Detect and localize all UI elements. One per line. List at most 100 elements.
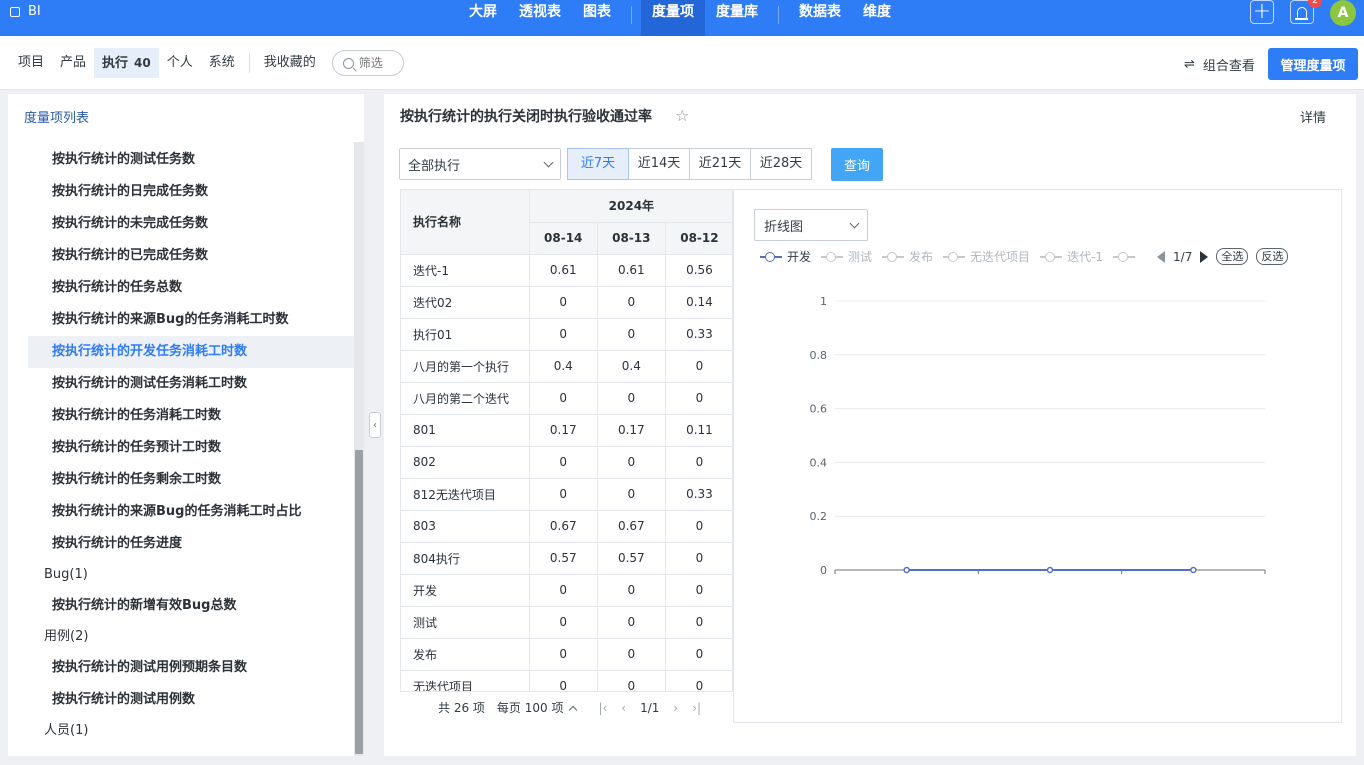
metric-item[interactable]: 按执行统计的任务消耗工时数 [8,400,354,432]
metric-list-scrollbar[interactable] [354,142,364,756]
nav-item[interactable]: 透视表 [508,0,572,36]
metric-list-title: 度量项列表 [24,111,90,126]
legend-item[interactable]: 无迭代项目 [943,248,1030,265]
nav-item[interactable]: 数据表 [788,0,852,36]
chevron-up-icon [569,705,578,714]
last-page-icon[interactable]: ›| [692,701,701,715]
legend-item[interactable]: 发布 [882,248,933,265]
metric-item[interactable]: 按执行统计的任务总数 [8,272,354,304]
legend-item-truncated[interactable] [1113,251,1136,262]
collapse-panel-button[interactable]: ‹ [369,412,381,438]
legend-item[interactable]: 开发 [760,248,811,265]
scope-tab[interactable]: 项目 [10,48,52,78]
scope-tab-label: 项目 [18,55,45,70]
star-icon[interactable]: ☆ [675,106,689,125]
per-page-select[interactable]: 每页 100 项 [497,699,578,716]
execution-select[interactable]: 全部执行 [399,148,561,180]
metric-item[interactable]: 按执行统计的日完成任务数 [8,176,354,208]
metric-item[interactable]: 按执行统计的未完成任务数 [8,208,354,240]
nav-item[interactable]: 度量项 [641,0,705,36]
value-cell: 0 [597,318,666,351]
x-tick-label: 2024-08-12 [875,578,939,580]
scope-tab[interactable]: 系统 [201,48,243,78]
select-all-button[interactable]: 全选 [1216,248,1249,265]
metric-group[interactable]: Bug(1) [8,560,354,590]
table-pager: 共 26 项 每页 100 项 |‹ ‹ 1/1 › ›| [400,691,733,723]
value-cell: 0 [665,574,732,607]
value-cell: 0 [597,382,666,415]
metric-item[interactable]: 按执行统计的测试任务数 [8,144,354,176]
metric-group[interactable]: 用例(2) [8,622,354,652]
first-page-icon[interactable]: |‹ [598,701,607,715]
scope-tab[interactable]: 我收藏的 [256,48,324,78]
invert-selection-button[interactable]: 反选 [1256,248,1289,265]
chevron-down-icon [849,218,860,228]
add-button[interactable]: + [1250,0,1274,24]
legend-item[interactable]: 测试 [821,248,872,265]
scope-tab[interactable]: 产品 [52,48,94,78]
legend-prev-icon[interactable] [1157,250,1166,263]
app-brand[interactable]: BI [10,4,41,19]
value-cell: 0.33 [665,318,732,351]
legend-next-icon[interactable] [1200,250,1209,263]
value-cell: 0 [665,510,732,543]
metric-item[interactable]: 按执行统计的来源Bug的任务消耗工时占比 [8,496,354,528]
execution-name-cell: 迭代-1 [401,254,530,287]
avatar[interactable]: A [1330,0,1356,26]
combine-view-button[interactable]: ⇌ 组合查看 [1184,55,1255,74]
column-header-name: 执行名称 [401,190,530,255]
nav-item[interactable]: 维度 [852,0,902,36]
metric-item[interactable]: 按执行统计的测试用例预期条目数 [8,652,354,684]
column-header-date: 08-13 [597,222,666,255]
legend-item[interactable]: 迭代-1 [1040,248,1103,265]
metric-item[interactable]: 按执行统计的任务剩余工时数 [8,464,354,496]
value-cell: 0.4 [597,350,666,383]
filter-search[interactable] [331,50,404,76]
prev-page-icon[interactable]: ‹ [621,701,626,715]
nav-item[interactable]: 度量库 [705,0,769,36]
table-row: 迭代-1 0.61 0.61 0.56 [401,254,732,287]
nav-item[interactable]: 图表 [572,0,622,36]
range-button[interactable]: 近28天 [750,148,812,180]
value-cell: 0.33 [665,478,732,511]
execution-name-cell: 执行01 [401,318,530,351]
metric-item[interactable]: 按执行统计的新增有效Bug总数 [8,590,354,622]
metric-item[interactable]: 按执行统计的任务预计工时数 [8,432,354,464]
metric-item[interactable]: 按执行统计的已完成任务数 [8,240,354,272]
scope-tab[interactable]: 执行 40 [94,48,159,78]
nav-divider [631,6,632,24]
metric-item[interactable]: 按执行统计的测试用例数 [8,684,354,716]
bell-icon [1295,6,1308,20]
query-button[interactable]: 查询 [831,148,883,181]
value-cell: 0 [529,478,598,511]
range-button[interactable]: 近21天 [689,148,751,180]
metric-list-panel: 度量项列表 按执行统计的截止执行开始日关闭的测试任务数按执行统计的测试任务数按执… [8,94,364,756]
execution-name-cell: 802 [401,446,530,479]
filter-input[interactable] [358,56,399,70]
next-page-icon[interactable]: › [673,701,678,715]
details-link[interactable]: 详情 [1300,107,1326,126]
metric-item[interactable]: 按执行统计的任务进度 [8,528,354,560]
value-cell: 0 [665,638,732,671]
table-row: 开发 0 0 0 [401,574,732,607]
scrollbar-thumb[interactable] [355,450,363,754]
metric-item-selected[interactable]: 按执行统计的开发任务消耗工时数 [28,336,354,368]
range-button[interactable]: 近7天 [567,148,629,180]
column-header-year: 2024年 [529,190,732,223]
table-row: 执行01 0 0 0.33 [401,318,732,351]
table-row: 测试 0 0 0 [401,606,732,639]
scope-tab[interactable]: 个人 [159,48,201,78]
legend-marker-icon [882,251,905,262]
execution-name-cell: 迭代02 [401,286,530,319]
manage-metrics-button[interactable]: 管理度量项 [1268,48,1358,80]
metric-item[interactable]: 按执行统计的来源Bug的任务消耗工时数 [8,304,354,336]
legend-marker-icon [760,251,782,262]
metric-item[interactable]: 按执行统计的截止执行开始日关闭的测试任务数 [8,132,354,144]
range-button[interactable]: 近14天 [628,148,690,180]
execution-name-cell: 八月的第二个迭代 [401,382,530,415]
chart-type-select[interactable]: 折线图 [754,209,868,241]
nav-item[interactable]: 大屏 [458,0,508,36]
metric-item[interactable]: 按执行统计的测试任务消耗工时数 [8,368,354,400]
data-point [1190,566,1197,574]
metric-group[interactable]: 人员(1) [8,716,354,746]
